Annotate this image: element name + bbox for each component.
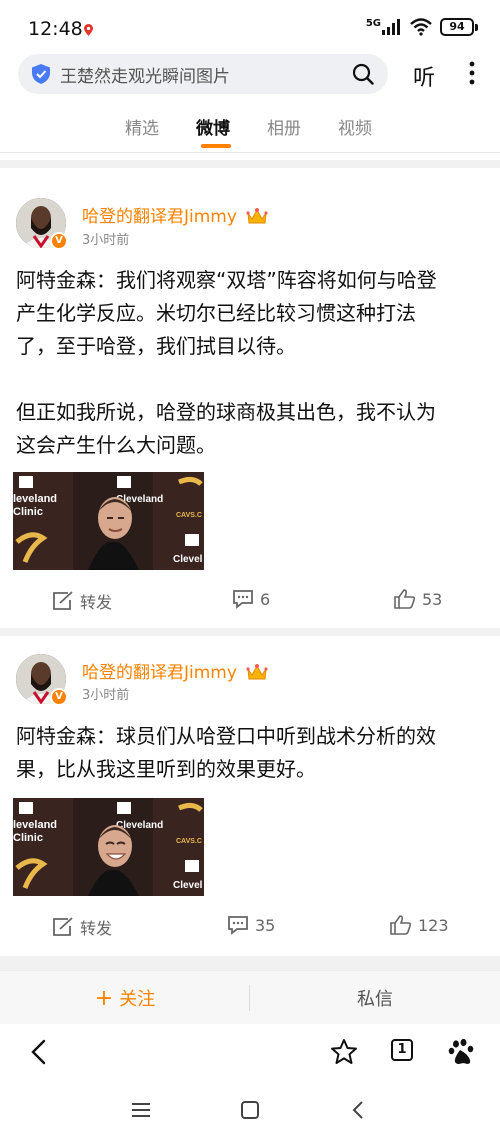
comment-button[interactable]: 35 <box>227 915 275 935</box>
previous-post-actions <box>0 153 500 167</box>
repost-icon <box>53 591 73 610</box>
profile-action-bar: + 关注 私信 <box>0 970 500 1024</box>
post-text-line <box>16 363 486 396</box>
image-brand-text: Clinic <box>13 832 43 844</box>
post-text-line: 阿特金森：我们将观察“双塔”阵容将如何与哈登 <box>16 268 437 292</box>
repost-icon <box>53 917 73 936</box>
tab-weibo[interactable]: 微博 <box>196 114 230 139</box>
post-text-line: 产生化学反应。米切尔已经比较习惯这种打法 <box>16 301 416 325</box>
tab-album[interactable]: 相册 <box>267 114 301 139</box>
post-card: V 哈登的翻译君Jimmy 3小时前 阿特金森：球员们从哈登口中听到战术分析的效… <box>0 636 500 956</box>
repost-label: 转发 <box>80 919 113 938</box>
more-vertical-icon[interactable] <box>468 61 476 85</box>
post-separator <box>0 628 500 636</box>
back-icon[interactable] <box>26 1038 54 1066</box>
comment-count: 6 <box>260 589 271 609</box>
post-text-line: 但正如我所说，哈登的球商极其出色，我不认为 <box>16 400 436 424</box>
tab-bar: 精选 微博 相册 视频 <box>0 108 500 152</box>
repost-label: 转发 <box>80 593 113 612</box>
post-text[interactable]: 阿特金森：球员们从哈登口中听到战术分析的效 果，比从我这里听到的效果更好。 <box>16 720 486 786</box>
battery-icon: 94 <box>440 18 478 36</box>
tabs-count-button[interactable]: 1 <box>391 1039 413 1061</box>
follow-label: 关注 <box>119 989 156 1010</box>
status-bar: 12:48 5G 94 <box>0 0 500 54</box>
message-button[interactable]: 私信 <box>250 971 500 1025</box>
menu-icon[interactable] <box>130 1099 152 1121</box>
thumbs-up-icon <box>394 589 416 609</box>
post-text-line: 果，比从我这里听到的效果更好。 <box>16 757 316 781</box>
post-text-line: 这会产生什么大问题。 <box>16 433 216 457</box>
image-brand-text: Clevel <box>173 880 203 891</box>
author-name[interactable]: 哈登的翻译君Jimmy <box>82 658 268 683</box>
plus-icon: + <box>94 985 114 1011</box>
shield-icon <box>32 64 50 84</box>
image-brand-text: Clinic <box>13 506 43 518</box>
verified-badge-icon: V <box>50 232 68 250</box>
follow-button[interactable]: + 关注 <box>0 971 250 1025</box>
battery-level: 94 <box>440 18 474 36</box>
post-image[interactable]: leveland Clinic Cleveland CAVS.C Clevel <box>13 798 204 896</box>
signal-icon: 5G <box>366 19 402 35</box>
tab-featured[interactable]: 精选 <box>125 114 159 139</box>
post-text-line: 了，至于哈登，我们拭目以待。 <box>16 334 296 358</box>
star-icon[interactable] <box>330 1038 358 1066</box>
post-separator <box>0 956 500 970</box>
like-count: 123 <box>418 915 449 935</box>
system-nav-bar <box>0 1082 500 1139</box>
wifi-icon <box>410 18 432 36</box>
status-time: 12:48 <box>28 18 83 40</box>
thumbs-up-icon <box>390 915 412 935</box>
listen-button[interactable]: 听 <box>413 60 435 92</box>
post-image[interactable]: leveland Clinic Cleveland CAVS.C Clevel <box>13 472 204 570</box>
tab-video[interactable]: 视频 <box>338 114 372 139</box>
status-icons: 5G 94 <box>366 18 478 36</box>
browser-toolbar <box>0 1026 500 1078</box>
home-icon[interactable] <box>239 1099 261 1121</box>
like-button[interactable]: 123 <box>390 915 449 935</box>
crown-icon <box>246 664 268 680</box>
image-brand-text: Clevel <box>173 554 203 565</box>
location-pin-icon <box>84 24 93 36</box>
post-actions: 转发 6 53 <box>0 589 500 619</box>
post-time: 3小时前 <box>82 233 130 248</box>
post-card: V 哈登的翻译君Jimmy 3小时前 阿特金森：我们将观察“双塔”阵容将如何与哈… <box>0 168 500 628</box>
like-count: 53 <box>422 589 443 609</box>
image-brand-text: CAVS.C <box>176 838 202 845</box>
author-name-text[interactable]: 哈登的翻译君Jimmy <box>82 663 237 683</box>
active-tab-indicator <box>201 144 231 148</box>
search-icon[interactable] <box>352 63 374 85</box>
image-brand-text: leveland <box>13 493 57 505</box>
post-text[interactable]: 阿特金森：我们将观察“双塔”阵容将如何与哈登 产生化学反应。米切尔已经比较习惯这… <box>16 264 486 462</box>
baidu-paw-icon[interactable] <box>448 1038 476 1066</box>
search-query[interactable]: 王楚然走观光瞬间图片 <box>60 62 352 87</box>
comment-icon <box>233 590 253 609</box>
search-bar[interactable]: 王楚然走观光瞬间图片 <box>18 54 388 94</box>
repost-button[interactable]: 转发 <box>52 915 112 939</box>
crown-icon <box>246 208 268 224</box>
repost-button[interactable]: 转发 <box>52 589 112 613</box>
message-label: 私信 <box>357 989 393 1010</box>
comment-icon <box>228 916 248 935</box>
verified-badge-icon: V <box>50 688 68 706</box>
post-time: 3小时前 <box>82 688 130 703</box>
post-separator <box>0 160 500 168</box>
image-brand-text: leveland <box>13 819 57 831</box>
author-name-text[interactable]: 哈登的翻译君Jimmy <box>82 207 237 227</box>
comment-count: 35 <box>255 915 276 935</box>
like-button[interactable]: 53 <box>394 589 442 609</box>
author-name[interactable]: 哈登的翻译君Jimmy <box>82 202 268 227</box>
comment-button[interactable]: 6 <box>232 589 270 609</box>
post-actions: 转发 35 123 <box>0 915 500 945</box>
nav-back-icon[interactable] <box>347 1099 369 1121</box>
post-text-line: 阿特金森：球员们从哈登口中听到战术分析的效 <box>16 724 436 748</box>
image-brand-text: CAVS.C <box>176 512 202 519</box>
network-type: 5G <box>365 18 381 29</box>
